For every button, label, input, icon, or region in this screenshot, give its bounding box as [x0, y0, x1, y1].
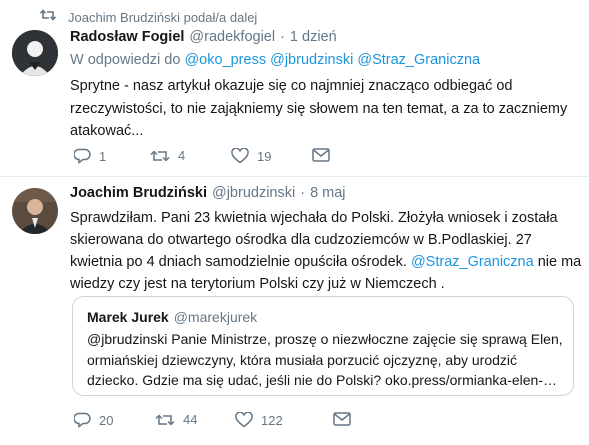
- reply-icon: [74, 148, 91, 164]
- tweet-text-line: skierowana do otwartego ośrodka dla cudz…: [70, 232, 532, 248]
- tweet-header: Radosław Fogiel @radekfogiel · 1 dzień: [70, 29, 337, 45]
- tweet-text-line: atakować...: [70, 123, 144, 139]
- retweet-header-text[interactable]: Joachim Brudziński podał/a dalej: [68, 10, 257, 25]
- avatar[interactable]: [12, 188, 58, 234]
- envelope-icon: [333, 412, 351, 426]
- reply-mention-oko-press[interactable]: @oko_press: [184, 52, 266, 68]
- retweet-button[interactable]: 4: [150, 148, 185, 163]
- retweet-button[interactable]: 44: [155, 412, 197, 427]
- tweet-text-line: Sprawdziłam. Pani 23 kwietnia wjechała d…: [70, 210, 558, 226]
- tweet-time[interactable]: 8 maj: [310, 185, 345, 201]
- like-button[interactable]: 122: [235, 412, 283, 428]
- tweet-text-line-with-mention: kwietnia po 4 dniach samodzielnie opuści…: [70, 252, 581, 272]
- tweet-time[interactable]: 1 dzień: [290, 29, 337, 45]
- tweet-divider: [0, 176, 589, 177]
- quoted-tweet[interactable]: Marek Jurek @marekjurek @jbrudzinski Pan…: [72, 296, 574, 396]
- reply-button[interactable]: 20: [74, 412, 113, 428]
- reply-button[interactable]: 1: [74, 148, 106, 164]
- reply-mention-straz-graniczna[interactable]: @Straz_Graniczna: [357, 52, 480, 68]
- retweet-header: Joachim Brudziński podał/a dalej: [39, 8, 257, 26]
- tweet-text-segment: kwietnia po 4 dniach samodzielnie opuści…: [70, 254, 407, 270]
- quoted-text-line: @jbrudzinski Panie Ministrze, proszę o n…: [87, 331, 563, 347]
- dot-separator: ·: [280, 29, 285, 45]
- retweet-icon: [150, 149, 170, 163]
- tweet-text-line: Sprytne - nasz artykuł okazuje się co na…: [70, 78, 513, 94]
- quoted-text-line: dziecko. Gdzie ma się udać, jeśli nie do…: [87, 372, 557, 388]
- tweet-header: Joachim Brudziński @jbrudzinski · 8 maj: [70, 185, 346, 201]
- avatar[interactable]: [12, 30, 58, 76]
- tweet-text-line: rzeczywistości, to nie zająkniemy się sł…: [70, 101, 568, 117]
- dm-button[interactable]: [333, 412, 351, 426]
- like-count: 19: [257, 148, 272, 164]
- author-name[interactable]: Radosław Fogiel: [70, 29, 184, 45]
- heart-icon: [235, 412, 253, 428]
- author-name[interactable]: Joachim Brudziński: [70, 185, 207, 201]
- tweet-text-segment: nie ma: [537, 254, 582, 270]
- like-count: 122: [261, 412, 283, 428]
- retweet-count: 44: [183, 412, 198, 427]
- quoted-tweet-header: Marek Jurek @marekjurek: [87, 309, 257, 325]
- tweet-text-line: wiedzy czy jest na terytorium Polski czy…: [70, 276, 445, 292]
- reply-context: W odpowiedzi do @oko_press @jbrudzinski …: [70, 52, 480, 68]
- retweet-count: 4: [178, 148, 186, 163]
- quoted-author-name[interactable]: Marek Jurek: [87, 309, 169, 325]
- reply-count: 20: [99, 412, 114, 428]
- envelope-icon: [312, 148, 330, 162]
- like-button[interactable]: 19: [231, 148, 271, 164]
- retweet-icon: [39, 8, 57, 26]
- retweet-icon: [155, 413, 175, 427]
- dot-separator: ·: [300, 185, 306, 201]
- quoted-text-line: ormiańskiej dziewczyny, która musiała po…: [87, 352, 518, 368]
- reply-prefix: W odpowiedzi do: [70, 52, 181, 68]
- dm-button[interactable]: [312, 148, 330, 162]
- author-handle[interactable]: @radekfogiel: [189, 29, 275, 45]
- author-handle[interactable]: @jbrudzinski: [212, 185, 295, 201]
- mention-straz-graniczna[interactable]: @Straz_Graniczna: [411, 254, 534, 270]
- heart-icon: [231, 148, 249, 164]
- reply-count: 1: [99, 148, 107, 164]
- reply-icon: [74, 412, 91, 428]
- reply-mention-jbrudzinski[interactable]: @jbrudzinski: [270, 52, 353, 68]
- quoted-author-handle[interactable]: @marekjurek: [174, 309, 257, 325]
